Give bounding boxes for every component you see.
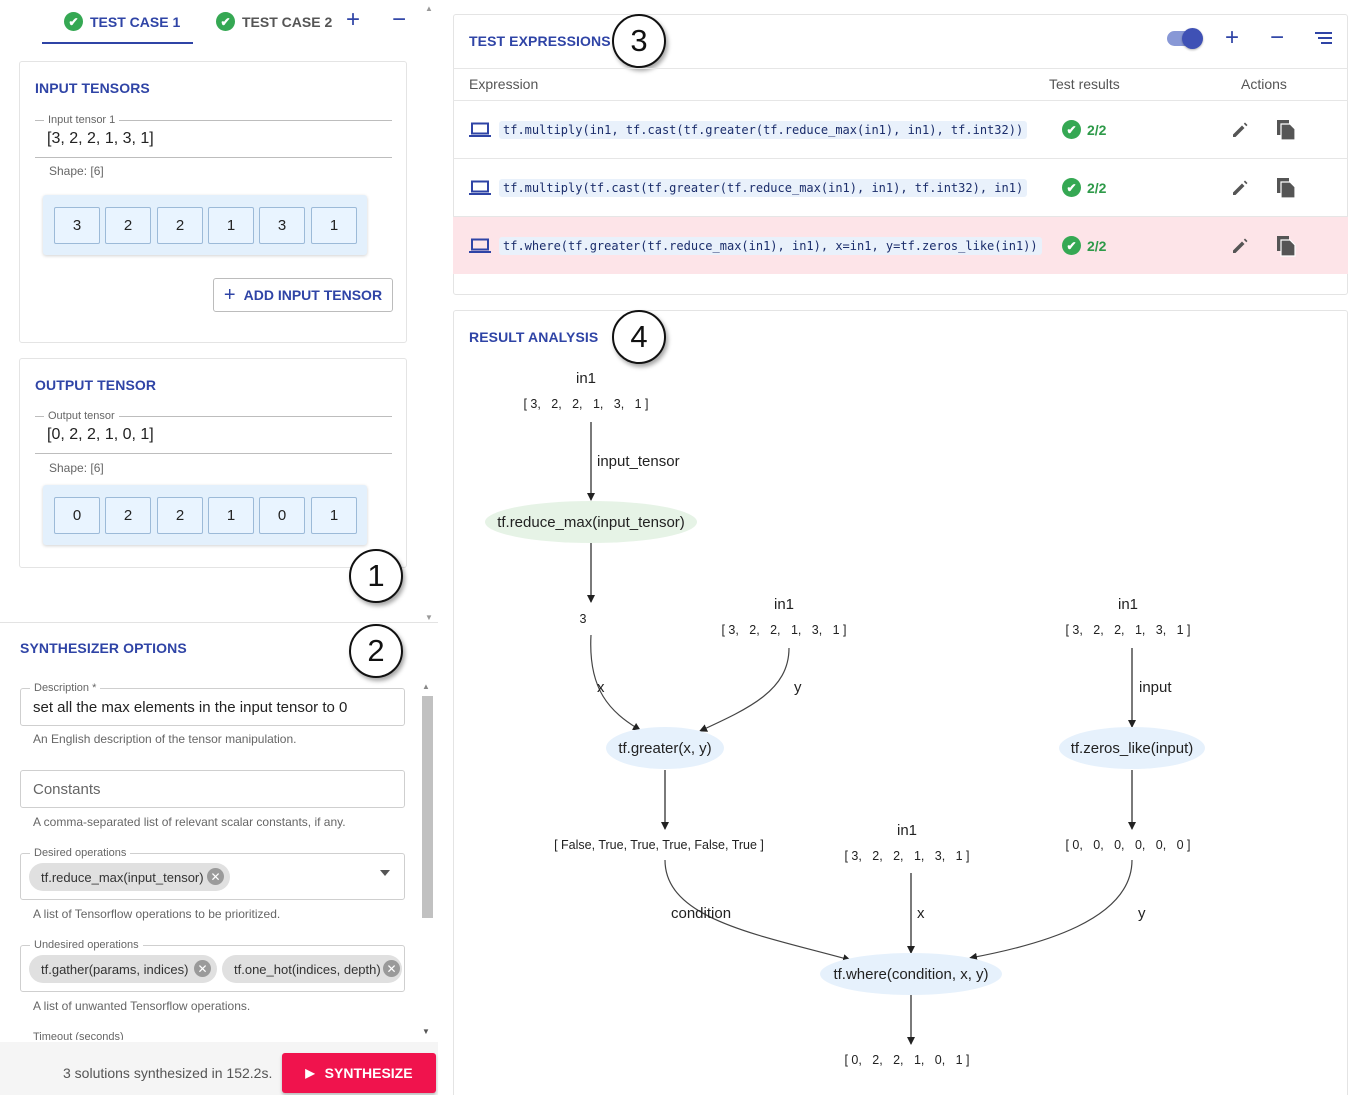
result-analysis-graph: in1 [ 3, 2, 2, 1, 3, 1 ] input_tensor tf… [485,370,1205,1067]
in1-value: [ 3, 2, 2, 1, 3, 1 ] [844,849,969,863]
edge-y-greater [699,647,790,732]
node-where-label: tf.where(condition, x, y) [833,966,988,983]
reduce-result: 3 [580,612,587,626]
greater-result: [ False, True, True, True, False, True ] [554,838,764,852]
edge-label-input-tensor: input_tensor [597,453,680,470]
in1-label: in1 [774,596,794,613]
final-result: [ 0, 2, 2, 1, 0, 1 ] [844,1053,969,1067]
edge-label-x: x [917,905,925,922]
node-zeros-like-label: tf.zeros_like(input) [1071,740,1194,757]
in1-label: in1 [1118,596,1138,613]
edge-label-y: y [1138,905,1146,922]
edge-label-condition: condition [671,905,731,922]
node-greater-label: tf.greater(x, y) [618,740,711,757]
edge-label-input: input [1139,679,1172,696]
in1-label: in1 [576,370,596,387]
in1-value: [ 3, 2, 2, 1, 3, 1 ] [1065,623,1190,637]
node-reduce-max-label: tf.reduce_max(input_tensor) [497,514,685,531]
edge-y-where [969,859,1133,961]
in1-label: in1 [897,822,917,839]
zeros-result: [ 0, 0, 0, 0, 0, 0 ] [1065,838,1190,852]
edge-label-y: y [794,679,802,696]
edge-label-x: x [597,679,605,696]
in1-value: [ 3, 2, 2, 1, 3, 1 ] [721,623,846,637]
in1-value: [ 3, 2, 2, 1, 3, 1 ] [523,397,648,411]
